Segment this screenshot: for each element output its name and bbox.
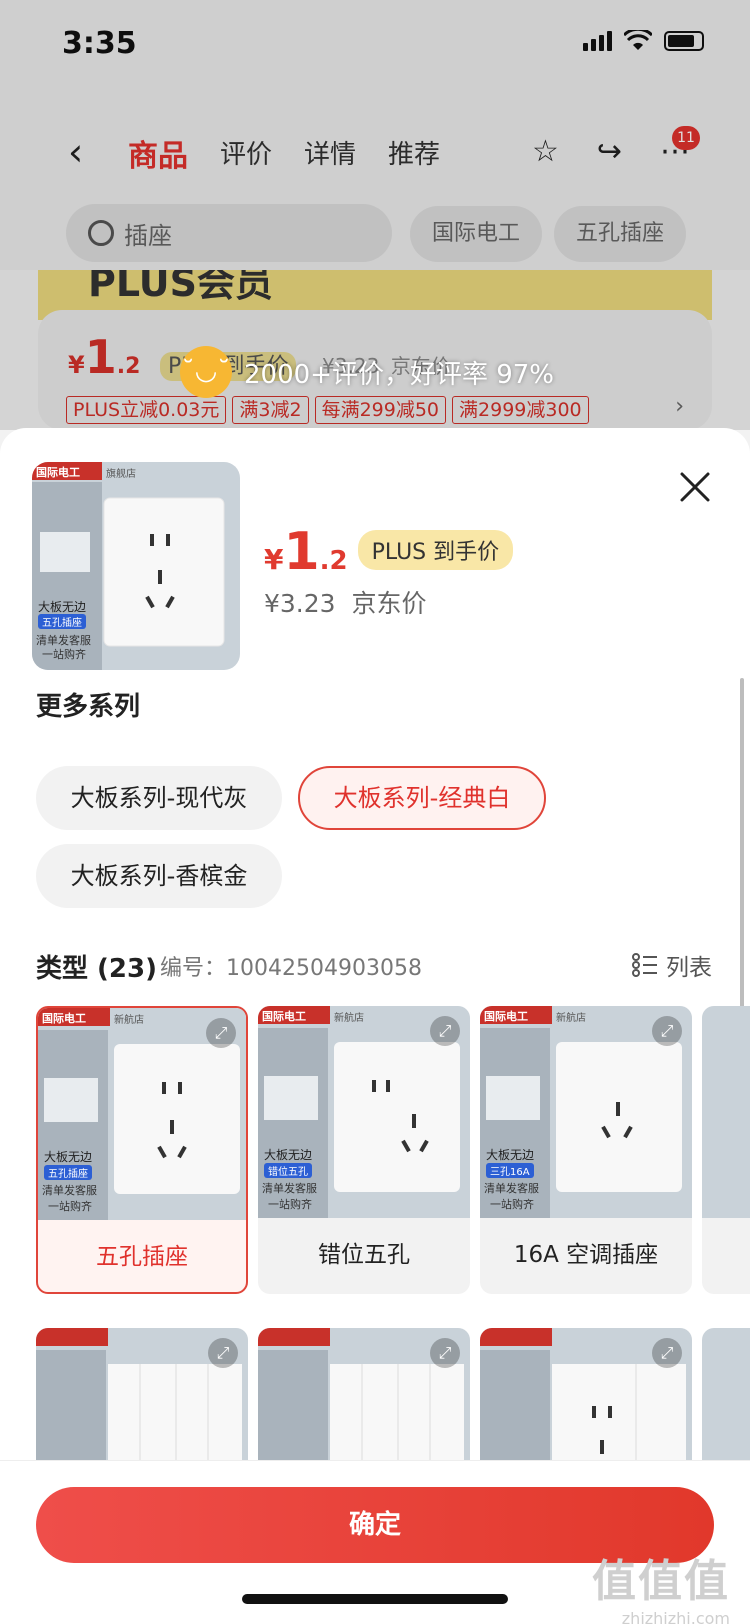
card-brand: 国际电工	[42, 1012, 86, 1025]
smile-icon: ˘◡˘	[180, 346, 232, 398]
card-line3: 清单发客服	[262, 1182, 317, 1195]
sku-number-value: 10042504903058	[226, 956, 422, 981]
watermark-logo: 值值值	[592, 1556, 730, 1607]
series-title: 更多系列	[36, 692, 141, 722]
price-decimal: .2	[319, 546, 348, 576]
list-icon	[632, 953, 657, 977]
price-symbol: ¥	[264, 543, 284, 576]
sheet-price: ¥ 1 .2 PLUS 到手价	[264, 522, 514, 582]
jd-price-label: 京东价	[351, 589, 427, 618]
card-badge: 错位五孔	[264, 1163, 312, 1178]
expand-icon[interactable]: ⤢	[430, 1016, 460, 1046]
thumb-line1: 大板无边	[38, 600, 87, 614]
card-line1: 大板无边	[264, 1148, 313, 1162]
card-store: 新航店	[334, 1013, 364, 1024]
thumb-line4: 一站购齐	[42, 648, 86, 661]
card-badge: 五孔插座	[44, 1165, 92, 1180]
jd-price: ¥3.23	[264, 589, 336, 618]
card-line1: 大板无边	[44, 1150, 93, 1164]
card-badge: 三孔16A	[486, 1163, 534, 1178]
card-line3: 清单发客服	[42, 1184, 97, 1197]
card-line4: 一站购齐	[48, 1200, 92, 1213]
expand-icon[interactable]: ⤢	[208, 1338, 238, 1368]
type-card-image	[702, 1006, 750, 1218]
type-card-label: 五孔插座	[96, 1244, 188, 1270]
card-line4: 一站购齐	[268, 1198, 312, 1211]
type-card-label: 错位五孔	[318, 1242, 410, 1268]
type-card-partial[interactable]	[702, 1006, 750, 1294]
expand-icon[interactable]: ⤢	[652, 1338, 682, 1368]
product-thumbnail[interactable]: 国际电工 旗舰店 大板无边 五孔插座 清单发客服 一站购齐	[32, 462, 240, 670]
screen: 3:35 ‹ 商品 评价 详情 推荐 ☆ ↪ ⋯ 11 插座 国际电工 五孔插座…	[0, 0, 750, 1624]
type-card[interactable]: 国际电工 新航店 大板无边 三孔16A 清单发客服 一站购齐 ⤢ 16A 空调插…	[480, 1006, 692, 1294]
home-indicator	[242, 1594, 508, 1604]
type-card-label: 16A 空调插座	[513, 1242, 659, 1268]
jd-price-row: ¥3.23 京东价	[264, 584, 427, 620]
plus-price-tag: PLUS 到手价	[357, 530, 514, 570]
price-integer: 1	[283, 522, 320, 582]
close-icon[interactable]	[678, 470, 712, 504]
card-line1: 大板无边	[486, 1148, 535, 1162]
list-view-toggle[interactable]: 列表	[632, 948, 712, 982]
watermark: 值值值 zhizhizhi.com	[592, 1545, 730, 1624]
series-option-grey[interactable]: 大板系列-现代灰	[36, 766, 282, 830]
card-line3: 清单发客服	[484, 1182, 539, 1195]
card-brand: 国际电工	[262, 1010, 306, 1023]
thumb-line2: 五孔插座	[38, 614, 86, 629]
expand-icon[interactable]: ⤢	[652, 1016, 682, 1046]
sheet-footer: 确定 值值值 zhizhizhi.com	[0, 1460, 750, 1624]
expand-icon[interactable]: ⤢	[430, 1338, 460, 1368]
card-line4: 一站购齐	[490, 1198, 534, 1211]
review-text: 2000+评价，好评率 97%	[244, 359, 555, 390]
review-toast: ˘◡˘ 2000+评价，好评率 97%	[180, 346, 554, 398]
series-option-gold[interactable]: 大板系列-香槟金	[36, 844, 282, 908]
series-option-white[interactable]: 大板系列-经典白	[298, 766, 546, 830]
type-card[interactable]: 国际电工 新航店 大板无边 错位五孔 清单发客服 一站购齐 ⤢ 错位五孔	[258, 1006, 470, 1294]
sku-number: 编号：10042504903058	[160, 950, 422, 982]
type-card[interactable]: 国际电工 新航店 大板无边 五孔插座 清单发客服 一站购齐 ⤢ 五孔插座	[36, 1006, 248, 1294]
watermark-url: zhizhizhi.com	[621, 1609, 730, 1624]
thumb-store: 旗舰店	[106, 469, 136, 480]
sku-sheet: 国际电工 旗舰店 大板无边 五孔插座 清单发客服 一站购齐 ¥ 1 .2 PLU…	[0, 428, 750, 1624]
thumb-brand: 国际电工	[36, 466, 80, 479]
sku-number-label: 编号：	[160, 956, 227, 981]
card-store: 新航店	[556, 1013, 586, 1024]
card-brand: 国际电工	[484, 1010, 528, 1023]
type-title: 类型 (23)	[36, 954, 157, 984]
expand-icon[interactable]: ⤢	[206, 1018, 236, 1048]
card-store: 新航店	[114, 1015, 144, 1026]
list-label: 列表	[666, 955, 712, 981]
